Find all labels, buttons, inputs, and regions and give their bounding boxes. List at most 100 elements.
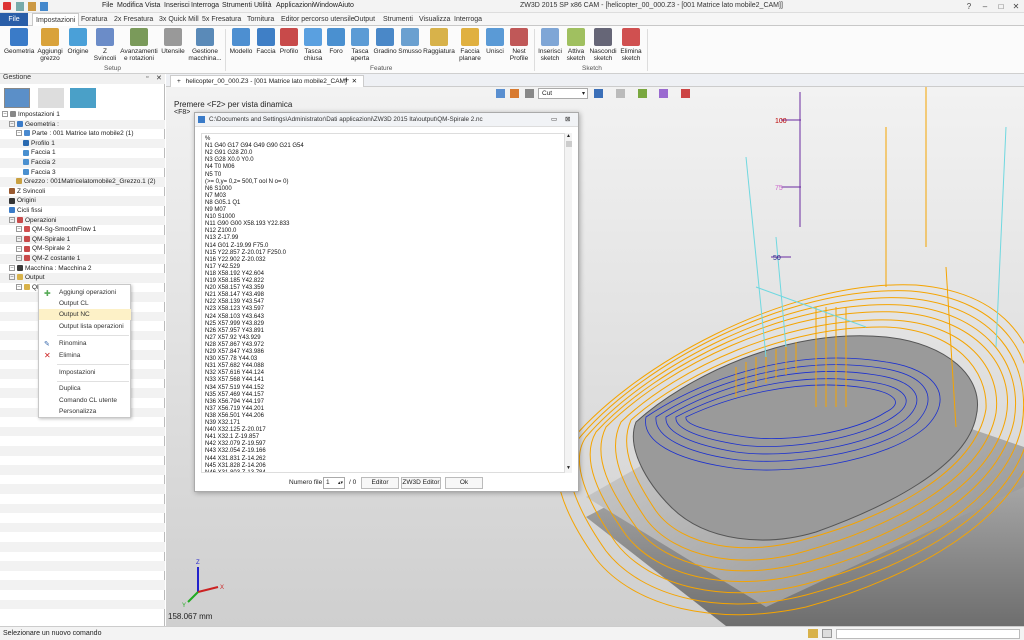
document-tab[interactable]: + helicopter_00_000.Z3 - [001 Matrice la… (170, 75, 365, 87)
tasca-aperta-button[interactable]: Tasca aperta (347, 28, 373, 62)
pick-icon[interactable] (510, 89, 519, 98)
menu-item-output-nc[interactable]: Output NC (39, 309, 131, 320)
menu-item-impostazioni[interactable]: Impostazioni (39, 367, 131, 378)
tree-item[interactable]: – Operazioni (0, 215, 165, 226)
aggiungi-grezzo-button[interactable]: Aggiungi grezzo (36, 28, 64, 62)
tab-strumenti[interactable]: Strumenti (380, 13, 416, 26)
foro-button[interactable]: Foro (326, 28, 346, 55)
command-input[interactable] (836, 629, 1020, 639)
scroll-down-icon[interactable]: ▼ (566, 465, 571, 471)
menu-item-output-lista[interactable]: Output lista operazioni (39, 321, 131, 332)
expand-toggle-icon[interactable]: – (2, 111, 8, 118)
menu-item-duplica[interactable]: Duplica (39, 383, 131, 394)
file-number-spinner[interactable]: 1 ▴▾ (323, 477, 345, 489)
view-mode-select[interactable]: Cut ▾ (538, 88, 588, 99)
menu-item-comando-cl[interactable]: Comando CL utente (39, 395, 131, 406)
close-tab-icon[interactable]: + (177, 78, 181, 85)
menu-vista[interactable]: Vista (145, 2, 160, 9)
tree-item[interactable]: – QM-Spirale 2 (0, 244, 165, 254)
menu-window[interactable]: Window (313, 2, 338, 9)
style-icon[interactable] (659, 89, 668, 98)
nc-code-textarea[interactable]: % N1 G40 G17 G94 G49 G90 G21 G54 N2 G91 G2… (201, 133, 565, 473)
help-icon[interactable]: ? (962, 1, 976, 12)
tab-interroga[interactable]: Interroga (451, 13, 485, 26)
tree-item[interactable]: Grezzo : 001Matricelatomobile2_Grezzo.1 … (0, 177, 165, 187)
spinner-arrows-icon[interactable]: ▴▾ (338, 478, 343, 488)
minimize-button[interactable]: – (978, 1, 992, 12)
attiva-sketch-button[interactable]: Attiva sketch (564, 28, 588, 62)
section-icon[interactable] (638, 89, 647, 98)
tree-item[interactable]: – Output (0, 273, 165, 283)
view-cube-icon[interactable] (616, 89, 625, 98)
maximize-button[interactable]: □ (994, 1, 1008, 12)
menu-item-aggiungi-operazioni[interactable]: Aggiungi operazioni (39, 287, 131, 298)
tab-editor-percorso[interactable]: Editor percorso utensile (278, 13, 358, 26)
raggiatura-button[interactable]: Raggiatura (423, 28, 455, 55)
utensile-button[interactable]: Utensile (159, 28, 187, 55)
tree-item[interactable]: – QM-Spirale 1 (0, 234, 165, 245)
pin-icon[interactable]: ▫ (146, 74, 148, 81)
expand-toggle-icon[interactable]: – (9, 120, 15, 127)
gestione-macchina-button[interactable]: Gestione macchina... (188, 28, 222, 62)
quick-access-toolbar[interactable] (16, 2, 91, 11)
snap-toggle-icon[interactable] (822, 629, 832, 638)
expand-toggle-icon[interactable]: – (16, 226, 22, 233)
tree-item[interactable]: – QM-Z costante 1 (0, 254, 165, 264)
expand-toggle-icon[interactable]: – (16, 236, 22, 243)
menu-item-rinomina[interactable]: Rinomina (39, 338, 131, 349)
tab-foratura[interactable]: Foratura (78, 13, 110, 26)
visibility-tab-icon[interactable] (38, 88, 64, 108)
inserisci-sketch-button[interactable]: Inserisci sketch (537, 28, 563, 62)
unisci-button[interactable]: Unisci (485, 28, 505, 55)
menu-item-output-cl[interactable]: Output CL (39, 298, 131, 309)
profilo-button[interactable]: Profilo (278, 28, 300, 55)
tree-item[interactable]: Origini (0, 196, 165, 206)
expand-toggle-icon[interactable]: – (16, 255, 22, 262)
smusso-button[interactable]: Smusso (398, 28, 422, 55)
tab-5x-fresatura[interactable]: 5x Fresatura (199, 13, 244, 26)
menu-interroga[interactable]: Interroga (191, 2, 219, 9)
menu-file[interactable]: File (102, 2, 113, 9)
tree-item[interactable]: Cicli fissi (0, 206, 165, 216)
menu-modifica[interactable]: Modifica (117, 2, 143, 9)
z-svincoli-button[interactable]: Z Svincoli (91, 28, 119, 62)
expand-toggle-icon[interactable]: – (16, 245, 22, 252)
render-icon[interactable] (594, 89, 603, 98)
tab-tornitura[interactable]: Tornitura (244, 13, 277, 26)
menu-inserisci[interactable]: Inserisci (164, 2, 190, 9)
geometria-button[interactable]: Geometria (4, 28, 34, 55)
gradino-button[interactable]: Gradino (373, 28, 397, 55)
ok-button[interactable]: Ok (445, 477, 483, 489)
close-tab-icon[interactable]: ✕ (352, 78, 357, 85)
faccia-button[interactable]: Faccia (255, 28, 277, 55)
tasca-chiusa-button[interactable]: Tasca chiusa (301, 28, 325, 62)
menu-strumenti[interactable]: Strumenti (222, 2, 252, 9)
tree-item[interactable]: Z Svincoli (0, 187, 165, 197)
display-icon[interactable] (525, 89, 534, 98)
tree-item[interactable]: – Impostazioni 1 (0, 110, 165, 120)
new-tab-icon[interactable]: + (344, 75, 349, 85)
elimina-sketch-button[interactable]: Elimina sketch (618, 28, 644, 62)
origine-button[interactable]: Origine (66, 28, 90, 55)
close-button[interactable]: ✕ (1009, 1, 1023, 12)
scroll-thumb[interactable] (566, 141, 572, 147)
scroll-up-icon[interactable]: ▲ (566, 133, 571, 139)
grid-toggle-icon[interactable] (808, 629, 818, 638)
tab-visualizza[interactable]: Visualizza (416, 13, 453, 26)
expand-toggle-icon[interactable]: – (16, 284, 22, 291)
tree-item[interactable]: – Macchina : Macchina 2 (0, 264, 165, 274)
options-icon[interactable] (681, 89, 690, 98)
manager-tab-icon[interactable] (4, 88, 30, 108)
expand-toggle-icon[interactable]: – (9, 274, 15, 281)
menu-item-personalizza[interactable]: Personalizza (39, 406, 131, 417)
tree-item[interactable]: – QM-Sg-SmoothFlow 1 (0, 225, 165, 235)
menu-item-elimina[interactable]: Elimina (39, 350, 131, 361)
editor-button[interactable]: Editor (361, 477, 399, 489)
modello-button[interactable]: Modello (228, 28, 254, 55)
tab-output[interactable]: Output (351, 13, 378, 26)
nc-scrollbar[interactable]: ▲ ▼ (564, 133, 572, 473)
menu-applicazioni[interactable]: Applicazioni (276, 2, 313, 9)
tree-item[interactable]: Faccia 1 (0, 148, 165, 158)
tab-3x-quick-mill[interactable]: 3x Quick Mill (156, 13, 202, 26)
tree-item[interactable]: Faccia 3 (0, 168, 165, 178)
